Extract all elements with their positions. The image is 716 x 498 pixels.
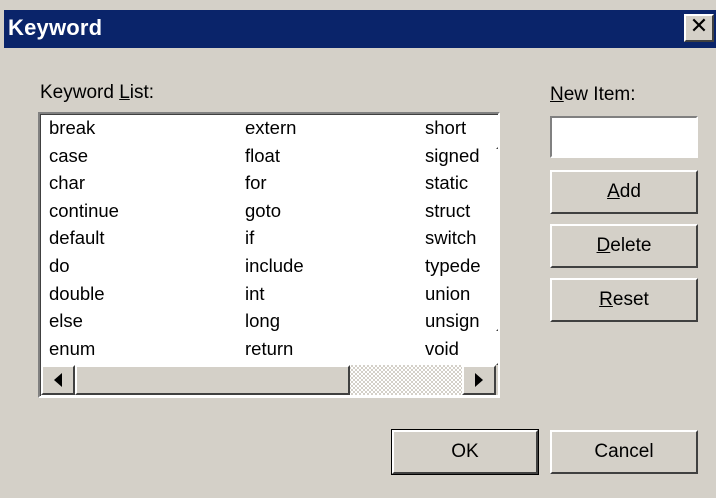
vertical-scrollbar[interactable] bbox=[496, 115, 498, 365]
list-item[interactable]: short bbox=[425, 117, 481, 145]
ok-button[interactable]: OK bbox=[391, 429, 539, 475]
scrollbar-corner bbox=[496, 365, 498, 395]
horizontal-scroll-thumb[interactable] bbox=[75, 365, 350, 395]
list-item[interactable]: char bbox=[49, 172, 119, 200]
new-item-input[interactable] bbox=[550, 116, 698, 158]
list-column-1: break case char continue default do doub… bbox=[49, 117, 119, 365]
list-item[interactable]: switch bbox=[425, 227, 481, 255]
triangle-left-icon bbox=[54, 373, 62, 387]
list-item[interactable]: long bbox=[245, 310, 304, 338]
keyword-dialog: Keyword ✕ Keyword List: break case char … bbox=[0, 0, 716, 498]
reset-button[interactable]: Reset bbox=[550, 278, 698, 322]
window-title: Keyword bbox=[8, 15, 103, 40]
list-item[interactable]: void bbox=[425, 338, 481, 365]
list-item[interactable]: break bbox=[49, 117, 119, 145]
close-button[interactable]: ✕ bbox=[684, 14, 714, 42]
list-column-3: short signed static struct switch typede… bbox=[425, 117, 481, 365]
list-item[interactable]: struct bbox=[425, 200, 481, 228]
list-item[interactable]: unsign bbox=[425, 310, 481, 338]
list-item[interactable]: double bbox=[49, 283, 119, 311]
keyword-listbox[interactable]: break case char continue default do doub… bbox=[38, 112, 500, 398]
list-item[interactable]: int bbox=[245, 283, 304, 311]
list-item[interactable]: if bbox=[245, 227, 304, 255]
list-item[interactable]: else bbox=[49, 310, 119, 338]
keyword-list-label: Keyword List: bbox=[40, 82, 155, 103]
list-item[interactable]: default bbox=[49, 227, 119, 255]
triangle-right-icon bbox=[475, 373, 483, 387]
title-bar[interactable]: Keyword ✕ bbox=[4, 10, 716, 48]
cancel-button[interactable]: Cancel bbox=[550, 430, 698, 474]
close-icon: ✕ bbox=[689, 14, 709, 39]
list-item[interactable]: continue bbox=[49, 200, 119, 228]
list-item[interactable]: typede bbox=[425, 255, 481, 283]
list-item[interactable]: union bbox=[425, 283, 481, 311]
list-column-2: extern float for goto if include int lon… bbox=[245, 117, 304, 365]
list-item[interactable]: return bbox=[245, 338, 304, 365]
list-item[interactable]: enum bbox=[49, 338, 119, 365]
list-item[interactable]: signed bbox=[425, 145, 481, 173]
list-item[interactable]: case bbox=[49, 145, 119, 173]
add-button[interactable]: Add bbox=[550, 170, 698, 214]
horizontal-scrollbar[interactable] bbox=[41, 365, 496, 395]
list-item[interactable]: static bbox=[425, 172, 481, 200]
delete-button[interactable]: Delete bbox=[550, 224, 698, 268]
list-item[interactable]: float bbox=[245, 145, 304, 173]
list-item[interactable]: do bbox=[49, 255, 119, 283]
vertical-scroll-thumb[interactable] bbox=[496, 149, 498, 331]
keyword-list-items[interactable]: break case char continue default do doub… bbox=[41, 115, 496, 365]
scroll-down-button[interactable] bbox=[496, 331, 498, 365]
list-item[interactable]: goto bbox=[245, 200, 304, 228]
new-item-label: New Item: bbox=[550, 84, 636, 105]
list-item[interactable]: for bbox=[245, 172, 304, 200]
scroll-right-button[interactable] bbox=[462, 365, 496, 395]
scroll-up-button[interactable] bbox=[496, 115, 498, 149]
list-item[interactable]: extern bbox=[245, 117, 304, 145]
scroll-left-button[interactable] bbox=[41, 365, 75, 395]
list-item[interactable]: include bbox=[245, 255, 304, 283]
